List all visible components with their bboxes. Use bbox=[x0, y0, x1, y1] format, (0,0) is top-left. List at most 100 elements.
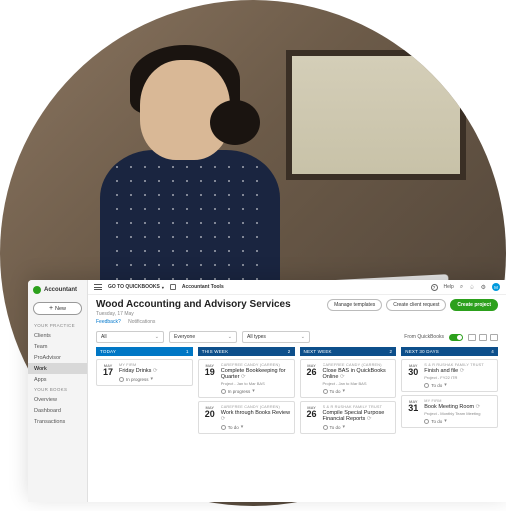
project-card[interactable]: MAY30S & R RUSHAK FAMILY TRUSTFinish and… bbox=[401, 359, 498, 392]
tab-feedback[interactable]: Feedback? bbox=[96, 319, 121, 325]
project-card[interactable]: MAY26S & R RUSHAK FAMILY TRUSTCompile Sp… bbox=[300, 401, 397, 434]
app-window: Accountant + New YOUR PRACTICE Clients T… bbox=[28, 280, 506, 502]
calendar-view-icon[interactable] bbox=[490, 334, 498, 341]
status-icon bbox=[323, 389, 328, 394]
card-meta: Project - Jan to Mar BAS bbox=[323, 381, 393, 386]
brand-name: Accountant bbox=[44, 287, 77, 293]
card-client: MY FIRM bbox=[424, 399, 494, 403]
chevron-down-icon: ⌄ bbox=[228, 334, 232, 340]
quickbooks-icon bbox=[33, 286, 41, 294]
board-column: TODAY1 MAY17MY FIRMFriday Drinks ⟳ In prog… bbox=[96, 347, 193, 434]
card-client: S & R RUSHAK FAMILY TRUST bbox=[323, 405, 393, 409]
card-client: S & R RUSHAK FAMILY TRUST bbox=[424, 363, 494, 367]
card-title: Finish and file ⟳ bbox=[424, 368, 494, 374]
sidebar-section-practice: YOUR PRACTICE bbox=[28, 321, 87, 330]
board-column: NEXT 30 DAYS4 MAY30S & R RUSHAK FAMILY TR… bbox=[401, 347, 498, 434]
board-column: NEXT WEEK2 MAY26CAREFREE CANDY (CARREN)Cl… bbox=[300, 347, 397, 434]
help-label[interactable]: Help bbox=[444, 284, 454, 290]
tab-notifications[interactable]: Notifications bbox=[128, 319, 155, 325]
topbar: GO TO QUICKBOOKS ▾ Accountant Tools ? He… bbox=[88, 280, 506, 295]
card-title: Book Meeting Room ⟳ bbox=[424, 404, 494, 410]
help-icon[interactable]: ? bbox=[431, 284, 438, 291]
sidebar-item-transactions[interactable]: Transactions bbox=[28, 416, 87, 427]
card-status[interactable]: To do ▾ bbox=[323, 388, 393, 394]
project-card[interactable]: MAY31MY FIRMBook Meeting Room ⟳Project -… bbox=[401, 395, 498, 428]
status-icon bbox=[221, 425, 226, 430]
sidebar-item-clients[interactable]: Clients bbox=[28, 330, 87, 341]
chevron-down-icon: ⌄ bbox=[301, 334, 305, 340]
create-project-button[interactable]: Create project bbox=[450, 299, 498, 311]
new-button[interactable]: + New bbox=[33, 302, 82, 315]
card-client: CAREFREE CANDY (CARREN) bbox=[221, 363, 291, 367]
card-title: Compile Special Purpose Financial Report… bbox=[323, 410, 393, 422]
filter-type[interactable]: All types⌄ bbox=[242, 331, 310, 343]
project-card[interactable]: MAY26CAREFREE CANDY (CARREN)Close BAS in… bbox=[300, 359, 397, 398]
card-title: Close BAS in QuickBooks Online ⟳ bbox=[323, 368, 393, 380]
column-header: NEXT 30 DAYS4 bbox=[401, 347, 498, 356]
briefcase-icon bbox=[170, 284, 176, 290]
sidebar-section-books: YOUR BOOKS bbox=[28, 385, 87, 394]
card-status[interactable]: To do ▾ bbox=[424, 382, 494, 388]
status-icon bbox=[119, 377, 124, 382]
column-header: TODAY1 bbox=[96, 347, 193, 356]
menu-icon[interactable] bbox=[94, 284, 102, 290]
sidebar-item-overview[interactable]: Overview bbox=[28, 394, 87, 405]
card-status[interactable]: In progress ▾ bbox=[221, 388, 291, 394]
list-view-icon[interactable] bbox=[479, 334, 487, 341]
avatar[interactable]: M bbox=[492, 283, 500, 291]
brand-logo: Accountant bbox=[28, 284, 87, 300]
status-icon bbox=[424, 419, 429, 424]
sidebar-item-team[interactable]: Team bbox=[28, 341, 87, 352]
notifications-icon[interactable]: ♤ bbox=[469, 284, 474, 291]
card-status[interactable]: To do ▾ bbox=[221, 424, 291, 430]
card-date: MAY20 bbox=[202, 405, 218, 430]
card-date: MAY30 bbox=[405, 363, 421, 388]
status-icon bbox=[221, 389, 226, 394]
project-card[interactable]: MAY17MY FIRMFriday Drinks ⟳ In progress ▾ bbox=[96, 359, 193, 386]
chevron-down-icon: ▾ bbox=[162, 285, 164, 290]
card-title: Complete Bookkeeping for Quarter ⟳ bbox=[221, 368, 291, 380]
page-title: Wood Accounting and Advisory Services bbox=[96, 299, 321, 310]
manage-templates-button[interactable]: Manage templates bbox=[327, 299, 382, 311]
sidebar: Accountant + New YOUR PRACTICE Clients T… bbox=[28, 280, 88, 502]
page-date: Tuesday, 17 May bbox=[96, 311, 321, 317]
filter-assignee[interactable]: Everyone⌄ bbox=[169, 331, 237, 343]
grid-view-icon[interactable] bbox=[468, 334, 476, 341]
card-status[interactable]: To do ▾ bbox=[323, 424, 393, 430]
card-status[interactable]: To do ▾ bbox=[424, 418, 494, 424]
gear-icon[interactable]: ⚙ bbox=[481, 284, 486, 291]
main-content: GO TO QUICKBOOKS ▾ Accountant Tools ? He… bbox=[88, 280, 506, 502]
column-header: THIS WEEK2 bbox=[198, 347, 295, 356]
card-meta: Project - FY22 ITR bbox=[424, 375, 494, 380]
sidebar-item-work[interactable]: Work bbox=[28, 363, 87, 374]
card-client: CAREFREE CANDY (CARREN) bbox=[323, 363, 393, 367]
board-column: THIS WEEK2 MAY19CAREFREE CANDY (CARREN)Co… bbox=[198, 347, 295, 434]
sub-tabs: Feedback? Notifications bbox=[96, 319, 321, 325]
search-icon[interactable]: ⌕ bbox=[460, 284, 463, 291]
card-status[interactable]: In progress ▾ bbox=[119, 376, 189, 382]
goto-quickbooks-link[interactable]: GO TO QUICKBOOKS ▾ bbox=[108, 284, 164, 290]
sidebar-item-dashboard[interactable]: Dashboard bbox=[28, 405, 87, 416]
from-quickbooks-toggle[interactable] bbox=[449, 334, 463, 341]
plus-icon: + bbox=[49, 305, 53, 312]
chevron-down-icon: ⌄ bbox=[155, 334, 159, 340]
project-card[interactable]: MAY19CAREFREE CANDY (CARREN)Complete Boo… bbox=[198, 359, 295, 398]
project-card[interactable]: MAY20CAREFREE CANDY (CARREN)Work through… bbox=[198, 401, 295, 434]
card-title: Work through Books Review ⟳ bbox=[221, 410, 291, 422]
card-date: MAY26 bbox=[304, 363, 320, 394]
accountant-tools-link[interactable]: Accountant Tools bbox=[182, 284, 224, 290]
sidebar-item-proadvisor[interactable]: ProAdvisor bbox=[28, 352, 87, 363]
card-date: MAY19 bbox=[202, 363, 218, 394]
card-meta: Project - Jan to Mar BAS bbox=[221, 381, 291, 386]
card-title: Friday Drinks ⟳ bbox=[119, 368, 189, 374]
card-client: MY FIRM bbox=[119, 363, 189, 367]
new-button-label: New bbox=[55, 306, 66, 312]
card-date: MAY17 bbox=[100, 363, 116, 382]
status-icon bbox=[424, 383, 429, 388]
sidebar-item-apps[interactable]: Apps bbox=[28, 374, 87, 385]
column-header: NEXT WEEK2 bbox=[300, 347, 397, 356]
create-client-request-button[interactable]: Create client request bbox=[386, 299, 446, 311]
toggle-label: From QuickBooks bbox=[404, 334, 444, 340]
filter-status[interactable]: All⌄ bbox=[96, 331, 164, 343]
card-date: MAY31 bbox=[405, 399, 421, 424]
